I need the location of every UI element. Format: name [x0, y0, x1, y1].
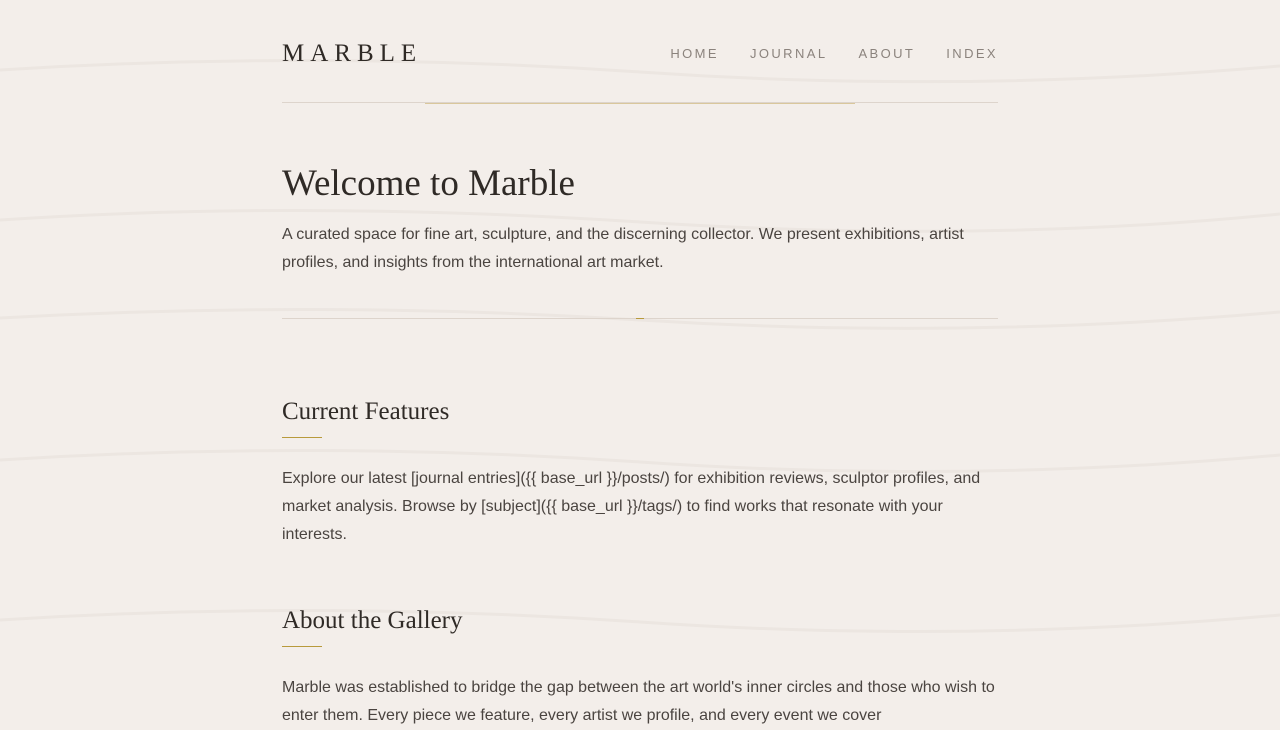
nav-home[interactable]: HOME	[670, 46, 719, 62]
nav-index[interactable]: INDEX	[946, 46, 998, 62]
page-container: MARBLE HOME JOURNAL ABOUT INDEX Welcome …	[282, 0, 998, 724]
section-about-gallery: About the Gallery Marble was established…	[282, 606, 998, 730]
divider-accent	[636, 318, 644, 319]
hero-section: Welcome to Marble A curated space for fi…	[282, 103, 998, 319]
heading-rule	[282, 437, 322, 438]
section-heading: About the Gallery	[282, 607, 463, 634]
site-logo[interactable]: MARBLE	[282, 38, 422, 70]
site-header: MARBLE HOME JOURNAL ABOUT INDEX	[282, 0, 998, 104]
main-nav: HOME JOURNAL ABOUT INDEX	[670, 46, 998, 62]
section-body: Marble was established to bridge the gap…	[282, 679, 995, 724]
hero-description: A curated space for fine art, sculpture,…	[282, 226, 964, 271]
section-heading: Current Features	[282, 398, 450, 425]
nav-about[interactable]: ABOUT	[858, 46, 915, 62]
nav-journal[interactable]: JOURNAL	[750, 46, 827, 62]
heading-rule	[282, 646, 322, 647]
page-title: Welcome to Marble	[282, 163, 575, 204]
section-current-features: Current Features Explore our latest [jou…	[282, 397, 998, 549]
section-body: Explore our latest [journal entries]({{ …	[282, 470, 981, 543]
